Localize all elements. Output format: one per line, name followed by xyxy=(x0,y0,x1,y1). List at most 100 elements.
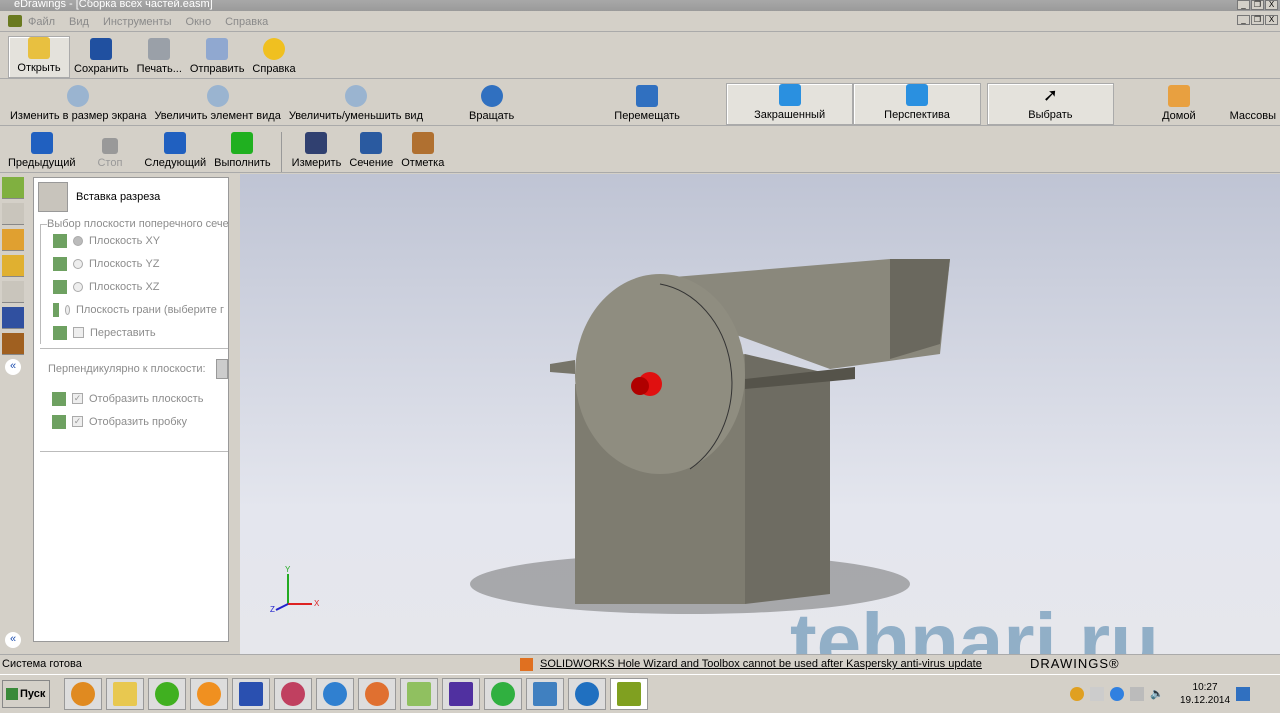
option-xz[interactable]: Плоскость XZ xyxy=(41,275,224,298)
radio-xz[interactable] xyxy=(73,281,83,292)
send-button[interactable]: Отправить xyxy=(186,38,249,78)
volume-icon[interactable]: 🔈 xyxy=(1150,687,1164,701)
rotate-button[interactable]: Вращать xyxy=(465,85,518,125)
option-xy-label: Плоскость XY xyxy=(89,234,161,247)
tray-app-icon[interactable] xyxy=(1110,687,1124,701)
doc-close-button[interactable]: X xyxy=(1265,15,1278,25)
markup-tab-icon[interactable] xyxy=(2,255,24,277)
taskbar-app-1[interactable] xyxy=(64,677,102,710)
restore-button[interactable]: ❐ xyxy=(1251,0,1264,10)
home-button[interactable]: Домой xyxy=(1158,85,1200,125)
previous-button[interactable]: Предыдущий xyxy=(4,132,79,172)
show-desktop-icon[interactable] xyxy=(1236,687,1251,701)
next-button[interactable]: Следующий xyxy=(140,132,210,172)
taskbar-app-6[interactable] xyxy=(274,677,312,710)
taskbar-app-12[interactable] xyxy=(526,677,564,710)
3d-viewport[interactable]: Y X Z tehnari.ru xyxy=(240,174,1280,686)
print-button[interactable]: Печать... xyxy=(133,38,186,78)
show-plane-option[interactable]: ✓ Отобразить плоскость xyxy=(40,387,228,410)
plane-xy-icon xyxy=(53,233,67,248)
components-tab-icon[interactable] xyxy=(2,177,24,199)
clock[interactable]: 10:27 19.12.2014 xyxy=(1180,681,1230,707)
taskbar-explorer[interactable] xyxy=(106,677,144,710)
animation-toolbar: Предыдущий Стоп Следующий Выполнить Изме… xyxy=(0,127,1280,173)
pan-button[interactable]: Перемещать xyxy=(610,85,684,125)
perspective-button[interactable]: Перспектива xyxy=(853,83,981,125)
clock-time: 10:27 xyxy=(1192,682,1218,693)
radio-xy[interactable] xyxy=(73,235,83,246)
zoom-area-icon xyxy=(206,85,229,107)
collapse-bottom-icon[interactable]: « xyxy=(5,632,21,648)
menu-help[interactable]: Справка xyxy=(225,16,268,28)
close-button[interactable]: X xyxy=(1265,0,1278,10)
edrawings-brand: DRAWINGS® xyxy=(1030,656,1120,671)
animation-tab-icon[interactable] xyxy=(2,229,24,251)
swap-checkbox[interactable] xyxy=(73,327,84,338)
taskbar-app-4[interactable] xyxy=(190,677,228,710)
configurations-tab-icon[interactable] xyxy=(2,203,24,225)
show-cap-checkbox[interactable]: ✓ xyxy=(72,416,83,427)
play-button[interactable]: Выполнить xyxy=(210,132,274,172)
doc-minimize-button[interactable]: _ xyxy=(1237,15,1250,25)
stop-icon xyxy=(101,138,118,154)
radio-face[interactable] xyxy=(64,304,70,315)
zoom-area-button[interactable]: Увеличить элемент вида xyxy=(150,85,284,125)
doc-restore-button[interactable]: ❐ xyxy=(1251,15,1264,25)
collapse-icon[interactable]: « xyxy=(5,359,21,375)
markup-button[interactable]: Отметка xyxy=(397,132,448,172)
shaded-button[interactable]: Закрашенный xyxy=(725,83,854,125)
edrawings-icon xyxy=(617,681,641,706)
menu-file[interactable]: Файл xyxy=(28,16,55,28)
taskbar-kompas[interactable] xyxy=(568,677,606,710)
menu-view[interactable]: Вид xyxy=(69,16,89,28)
taskbar-edrawings[interactable] xyxy=(610,677,648,710)
menu-window[interactable]: Окно xyxy=(186,16,212,28)
next-label: Следующий xyxy=(144,157,207,169)
help-button[interactable]: Справка xyxy=(248,38,299,78)
option-xy[interactable]: Плоскость XY xyxy=(41,229,224,252)
stamp-tab-icon[interactable] xyxy=(2,333,24,355)
stop-button[interactable]: Стоп xyxy=(93,138,126,172)
taskbar-app-10[interactable] xyxy=(442,677,480,710)
at-icon xyxy=(491,681,515,706)
taskbar-word[interactable] xyxy=(232,677,270,710)
tray-device-icon[interactable] xyxy=(1130,687,1144,701)
taskbar-app-7[interactable] xyxy=(316,677,354,710)
news-link[interactable]: SOLIDWORKS Hole Wizard and Toolbox canno… xyxy=(540,658,982,670)
app-icon xyxy=(8,15,22,27)
measure-tab-icon[interactable] xyxy=(2,281,24,303)
folder-icon xyxy=(113,681,137,706)
select-label: Выбрать xyxy=(1028,109,1073,121)
option-face[interactable]: Плоскость грани (выберите г xyxy=(41,298,224,321)
taskbar-mail-agent[interactable] xyxy=(484,677,522,710)
select-button[interactable]: ➚ Выбрать xyxy=(986,83,1115,125)
swap-label: Переставить xyxy=(90,326,156,339)
open-button[interactable]: Открыть xyxy=(8,36,70,78)
section-tab-icon[interactable] xyxy=(2,307,24,329)
perspective-cube-icon xyxy=(906,84,928,106)
zoom-inout-button[interactable]: Увеличить/уменьшить вид xyxy=(285,85,427,125)
tray-flag-icon[interactable] xyxy=(1090,687,1104,701)
zoom-fit-button[interactable]: Изменить в размер экрана xyxy=(6,85,150,125)
cursor-icon: ➚ xyxy=(1042,85,1058,105)
tray-mail-icon[interactable] xyxy=(1070,687,1084,701)
start-button[interactable]: Пуск xyxy=(2,679,50,708)
pan-label: Перемещать xyxy=(614,110,680,122)
taskbar-media[interactable] xyxy=(358,677,396,710)
show-plane-checkbox[interactable]: ✓ xyxy=(72,393,83,404)
measure-button[interactable]: Измерить xyxy=(280,132,346,172)
show-cap-option[interactable]: ✓ Отобразить пробку xyxy=(40,410,228,433)
normal-to-button[interactable] xyxy=(216,359,228,379)
menu-tools[interactable]: Инструменты xyxy=(103,16,172,28)
taskbar-app-9[interactable] xyxy=(400,677,438,710)
minimize-button[interactable]: _ xyxy=(1237,0,1250,10)
radio-yz[interactable] xyxy=(73,258,83,269)
mass-button[interactable]: Массовы xyxy=(1226,85,1280,125)
taskbar-icq[interactable] xyxy=(148,677,186,710)
model-view: Y X Z tehnari.ru xyxy=(270,259,1159,686)
move-arrows-icon xyxy=(636,85,659,107)
option-yz[interactable]: Плоскость YZ xyxy=(41,252,224,275)
swap-option[interactable]: Переставить xyxy=(41,321,224,344)
save-button[interactable]: Сохранить xyxy=(70,38,133,78)
section-button[interactable]: Сечение xyxy=(345,132,397,172)
